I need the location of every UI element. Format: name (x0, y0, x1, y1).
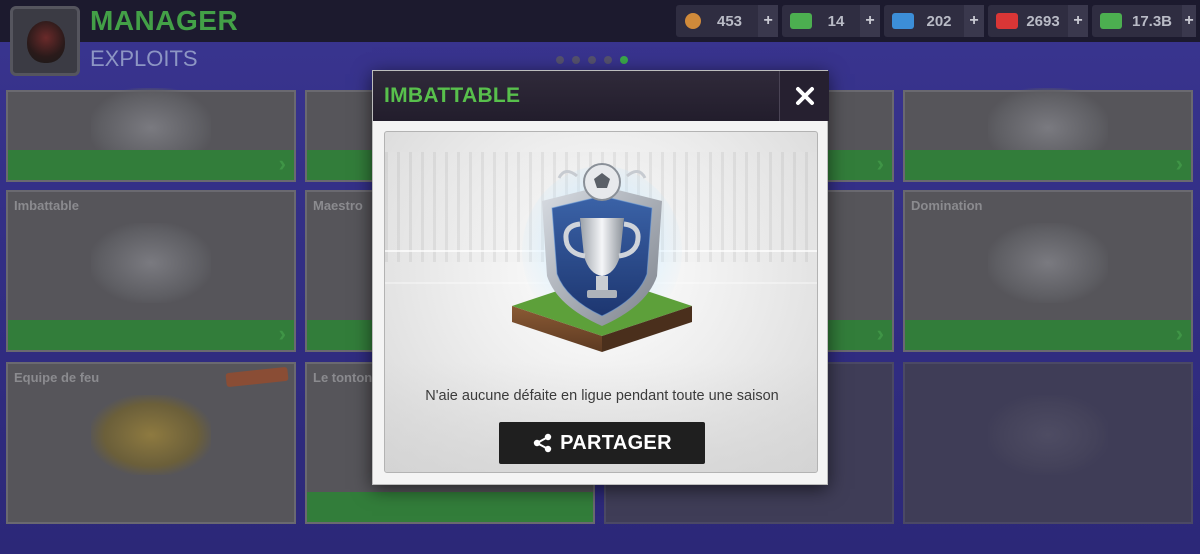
currency-value: 453 (717, 12, 743, 30)
share-icon (533, 433, 552, 453)
currency-tokens: 453 + (676, 5, 778, 37)
share-button[interactable]: PARTAGER (499, 422, 705, 464)
page-dot[interactable] (556, 56, 564, 64)
manager-avatar[interactable] (10, 6, 80, 76)
share-button-label: PARTAGER (560, 431, 672, 454)
energy-bolt-icon (892, 13, 914, 29)
achievement-panel: N'aie aucune défaite en ligue pendant to… (384, 131, 818, 473)
page-dot[interactable] (572, 56, 580, 64)
card-footer (307, 492, 593, 522)
page-dot[interactable] (588, 56, 596, 64)
medical-cross-icon (996, 13, 1018, 29)
currency-energy: 202 + (884, 5, 984, 37)
buy-energy-button[interactable]: + (964, 5, 984, 37)
locked-question-icon (988, 395, 1108, 475)
token-coin-icon (685, 13, 701, 29)
currency-health: 2693 + (988, 5, 1088, 37)
scoreboard-trophy-icon (988, 223, 1108, 303)
achievement-card-label: Imbattable (14, 198, 80, 213)
currency-value: 17.3B (1131, 12, 1173, 30)
achievement-card[interactable]: › (6, 88, 296, 182)
achievement-dialog: IMBATTABLE N'aie aucune défaite en ligue… (372, 70, 829, 485)
page-title: MANAGER (90, 5, 239, 36)
achievement-card-label: Equipe de feu (14, 370, 100, 385)
currency-bar: 453 + 14 + 202 + 2693 + 17.3B + (676, 5, 1196, 37)
avatar-face-icon (27, 21, 65, 63)
page-subtitle: EXPLOITS (90, 46, 198, 71)
chevron-right-icon: › (278, 151, 286, 176)
buy-training-button[interactable]: + (860, 5, 880, 37)
achievement-card-locked[interactable] (903, 362, 1193, 524)
achievement-card-label: Maestro (313, 198, 363, 213)
page-title-block: MANAGER EXPLOITS (90, 6, 238, 72)
buy-money-button[interactable]: + (1182, 5, 1196, 37)
chevron-right-icon: › (278, 321, 286, 346)
team-badge-icon (91, 395, 211, 475)
achievement-card-equipe-de-feu[interactable]: Equipe de feu (6, 362, 296, 524)
buy-health-button[interactable]: + (1068, 5, 1088, 37)
achievement-description: N'aie aucune défaite en ligue pendant to… (425, 388, 779, 404)
close-icon (795, 87, 814, 105)
page-dot[interactable] (604, 56, 612, 64)
achievement-card-imbattable[interactable]: Imbattable › (6, 190, 296, 352)
locked-question-icon (91, 223, 211, 303)
page-dot-active[interactable] (620, 56, 628, 64)
currency-value: 202 (926, 12, 952, 30)
card-footer (8, 320, 294, 350)
achievement-card-label: Le tonton (313, 370, 373, 385)
new-badge (225, 366, 289, 388)
chevron-right-icon: › (876, 321, 884, 346)
currency-value: 14 (827, 12, 845, 30)
dialog-title: IMBATTABLE (384, 84, 521, 107)
card-footer (905, 150, 1191, 180)
card-footer (905, 320, 1191, 350)
buy-tokens-button[interactable]: + (758, 5, 778, 37)
dialog-header: IMBATTABLE (373, 71, 829, 121)
close-button[interactable] (779, 71, 829, 121)
chevron-right-icon: › (876, 151, 884, 176)
achievement-card[interactable]: › (903, 88, 1193, 182)
currency-money: 17.3B + (1092, 5, 1196, 37)
chevron-right-icon: › (1175, 151, 1183, 176)
achievement-card-label: Domination (911, 198, 983, 213)
card-footer (8, 150, 294, 180)
money-bill-icon (1100, 13, 1122, 29)
currency-training: 14 + (782, 5, 880, 37)
training-ticket-icon (790, 13, 812, 29)
currency-value: 2693 (1026, 12, 1060, 30)
page-indicator (556, 56, 628, 64)
trophy-shield-emblem-icon (512, 163, 692, 352)
achievement-card-domination[interactable]: Domination › (903, 190, 1193, 352)
chevron-right-icon: › (1175, 321, 1183, 346)
